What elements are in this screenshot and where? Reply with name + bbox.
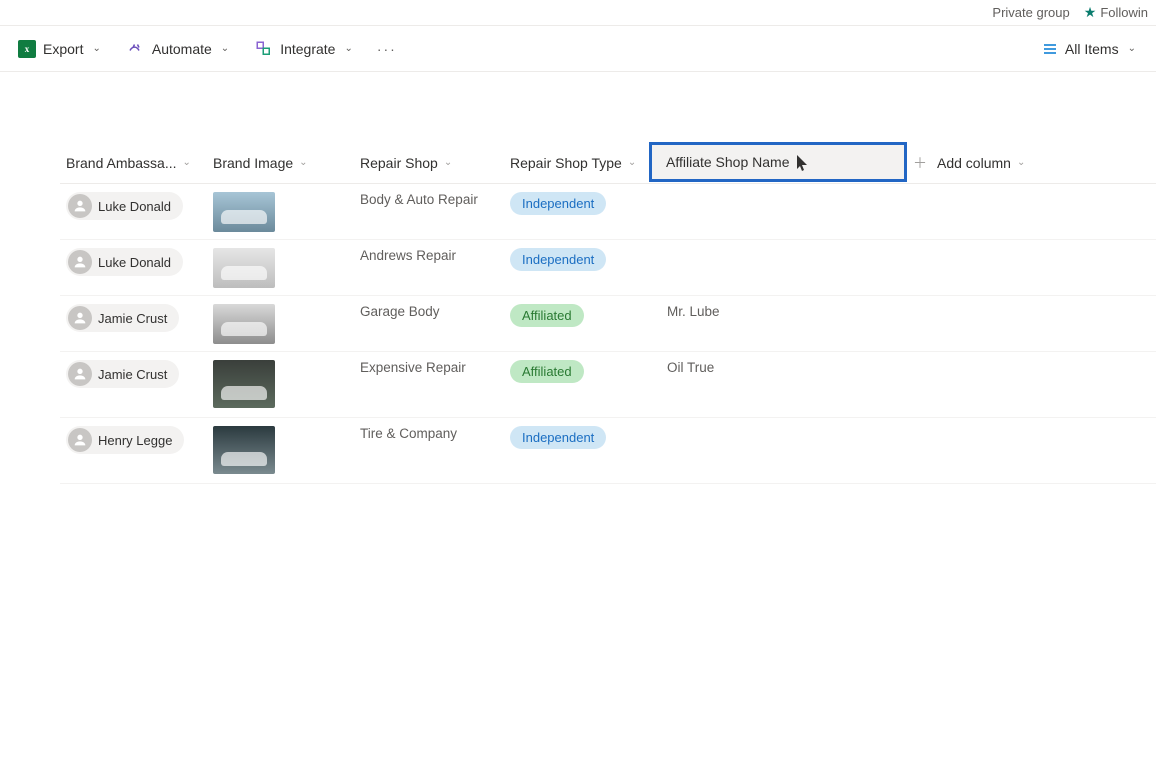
person-name: Jamie Crust bbox=[98, 311, 167, 326]
table-row[interactable]: Henry Legge Tire & Company Independent bbox=[60, 418, 1156, 484]
chevron-down-icon: ⌄ bbox=[221, 43, 229, 54]
chevron-down-icon: ⌄ bbox=[1017, 157, 1025, 168]
chevron-down-icon: ⌄ bbox=[1128, 43, 1136, 54]
column-header-affiliate-editing[interactable] bbox=[649, 144, 907, 182]
brand-image-thumbnail[interactable] bbox=[213, 426, 275, 474]
person-pill[interactable]: Henry Legge bbox=[66, 426, 184, 454]
shop-type-tag: Independent bbox=[510, 192, 606, 215]
affiliate-cell: Mr. Lube bbox=[649, 304, 907, 319]
excel-icon: x bbox=[18, 40, 36, 58]
chevron-down-icon: ⌄ bbox=[183, 157, 191, 168]
repair-shop-cell: Tire & Company bbox=[354, 426, 504, 441]
chevron-down-icon: ⌄ bbox=[299, 157, 307, 168]
automate-label: Automate bbox=[152, 41, 212, 57]
repair-shop-cell: Andrews Repair bbox=[354, 248, 504, 263]
brand-image-thumbnail[interactable] bbox=[213, 192, 275, 232]
affiliate-cell: Oil True bbox=[649, 360, 907, 375]
person-pill[interactable]: Jamie Crust bbox=[66, 304, 179, 332]
command-bar-right: All Items ⌄ bbox=[1042, 41, 1146, 57]
chevron-down-icon: ⌄ bbox=[344, 43, 352, 54]
shop-type-tag: Independent bbox=[510, 426, 606, 449]
follow-button[interactable]: ★Followin bbox=[1084, 4, 1148, 21]
repair-shop-cell: Expensive Repair bbox=[354, 360, 504, 375]
export-button[interactable]: x Export ⌄ bbox=[10, 34, 109, 64]
table-row[interactable]: Jamie Crust Expensive Repair Affiliated … bbox=[60, 352, 1156, 418]
avatar-icon bbox=[68, 250, 92, 274]
repair-shop-cell: Body & Auto Repair bbox=[354, 192, 504, 207]
shop-type-tag: Affiliated bbox=[510, 360, 584, 383]
more-actions-button[interactable]: ··· bbox=[371, 41, 403, 57]
repair-shop-cell: Garage Body bbox=[354, 304, 504, 319]
chevron-down-icon: ⌄ bbox=[444, 157, 452, 168]
star-icon: ★ bbox=[1084, 4, 1097, 20]
column-header-repair-shop[interactable]: Repair Shop ⌄ bbox=[354, 155, 504, 171]
automate-icon bbox=[127, 40, 145, 58]
person-name: Luke Donald bbox=[98, 255, 171, 270]
column-header-label: Brand Image bbox=[213, 155, 293, 171]
group-type-label: Private group bbox=[992, 5, 1069, 20]
chevron-down-icon: ⌄ bbox=[628, 157, 636, 168]
integrate-icon bbox=[255, 40, 273, 58]
table-row[interactable]: Luke Donald Body & Auto Repair Independe… bbox=[60, 184, 1156, 240]
command-bar-left: x Export ⌄ Automate ⌄ Integrate ⌄ ··· bbox=[10, 34, 1042, 64]
integrate-button[interactable]: Integrate ⌄ bbox=[247, 34, 361, 64]
column-header-image[interactable]: Brand Image ⌄ bbox=[207, 155, 354, 171]
command-bar: x Export ⌄ Automate ⌄ Integrate ⌄ ··· Al… bbox=[0, 26, 1156, 72]
avatar-icon bbox=[68, 194, 92, 218]
list-view: Brand Ambassa... ⌄ Brand Image ⌄ Repair … bbox=[0, 72, 1156, 484]
person-name: Jamie Crust bbox=[98, 367, 167, 382]
plus-icon: ＋ bbox=[913, 153, 927, 173]
brand-image-thumbnail[interactable] bbox=[213, 248, 275, 288]
person-name: Henry Legge bbox=[98, 433, 172, 448]
view-selector[interactable]: All Items ⌄ bbox=[1042, 41, 1136, 57]
automate-button[interactable]: Automate ⌄ bbox=[119, 34, 237, 64]
brand-image-thumbnail[interactable] bbox=[213, 360, 275, 408]
integrate-label: Integrate bbox=[280, 41, 335, 57]
table-row[interactable]: Luke Donald Andrews Repair Independent bbox=[60, 240, 1156, 296]
shop-type-tag: Independent bbox=[510, 248, 606, 271]
column-header-shop-type[interactable]: Repair Shop Type ⌄ bbox=[504, 155, 649, 171]
column-name-input-wrapper[interactable] bbox=[649, 142, 907, 182]
add-column-button[interactable]: ＋ Add column ⌄ bbox=[907, 153, 1047, 173]
avatar-icon bbox=[68, 428, 92, 452]
brand-image-thumbnail[interactable] bbox=[213, 304, 275, 344]
avatar-icon bbox=[68, 362, 92, 386]
column-header-row: Brand Ambassa... ⌄ Brand Image ⌄ Repair … bbox=[60, 142, 1156, 184]
column-header-label: Repair Shop bbox=[360, 155, 438, 171]
add-column-label: Add column bbox=[937, 155, 1011, 171]
svg-text:x: x bbox=[25, 44, 30, 54]
group-header: Private group ★Followin bbox=[0, 0, 1156, 26]
shop-type-tag: Affiliated bbox=[510, 304, 584, 327]
list-view-icon bbox=[1042, 41, 1058, 57]
person-pill[interactable]: Jamie Crust bbox=[66, 360, 179, 388]
column-header-ambassador[interactable]: Brand Ambassa... ⌄ bbox=[60, 155, 207, 171]
avatar-icon bbox=[68, 306, 92, 330]
view-label: All Items bbox=[1065, 41, 1119, 57]
export-label: Export bbox=[43, 41, 83, 57]
person-name: Luke Donald bbox=[98, 199, 171, 214]
person-pill[interactable]: Luke Donald bbox=[66, 248, 183, 276]
chevron-down-icon: ⌄ bbox=[92, 43, 100, 54]
person-pill[interactable]: Luke Donald bbox=[66, 192, 183, 220]
table-row[interactable]: Jamie Crust Garage Body Affiliated Mr. L… bbox=[60, 296, 1156, 352]
column-name-input[interactable] bbox=[666, 154, 890, 170]
column-header-label: Repair Shop Type bbox=[510, 155, 622, 171]
column-header-label: Brand Ambassa... bbox=[66, 155, 177, 171]
